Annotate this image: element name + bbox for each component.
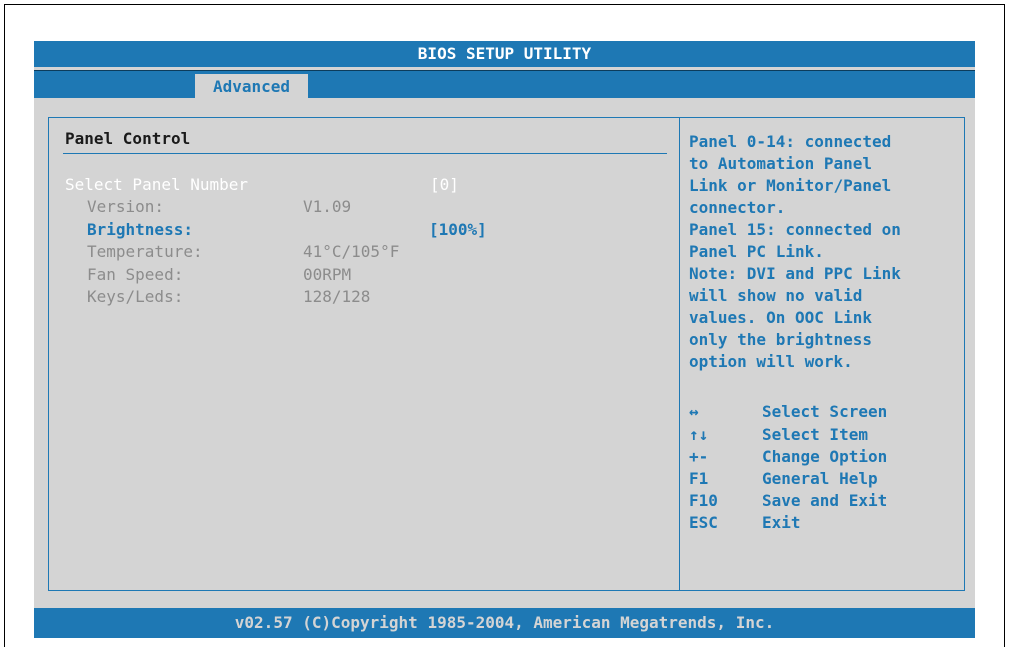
up-down-arrow-icon: ↑↓: [689, 425, 709, 444]
left-right-arrow-icon: ↔: [689, 402, 699, 421]
key-hint-select-screen: ↔ Select Screen: [689, 401, 959, 423]
help-text-line: connector.: [689, 198, 786, 217]
key-hint-key: F1: [689, 469, 709, 488]
panel-title: Panel Control: [65, 129, 191, 148]
tab-advanced[interactable]: Advanced: [195, 74, 308, 99]
setting-value: 128/128: [303, 287, 371, 306]
help-text-line: option will work.: [689, 352, 853, 371]
key-hint-key: F10: [689, 491, 718, 510]
key-hint-desc: Select Item: [762, 425, 868, 444]
setting-value: 41°C/105°F: [303, 242, 400, 261]
setting-value: 00RPM: [303, 265, 352, 284]
key-hint-key: +-: [689, 447, 709, 466]
key-hint-desc: General Help: [762, 469, 878, 488]
help-text-line: Link or Monitor/Panel: [689, 176, 892, 195]
tab-bar: Advanced: [34, 70, 975, 99]
copyright-footer: v02.57 (C)Copyright 1985-2004, American …: [34, 608, 975, 638]
setting-value: [100%]: [429, 220, 487, 239]
title-bar: BIOS SETUP UTILITY: [34, 41, 975, 67]
help-text-line: will show no valid: [689, 286, 863, 305]
settings-panel: Panel Control Select Panel Number [0] Ve…: [48, 117, 680, 591]
setting-fan-speed: Fan Speed: 00RPM: [49, 264, 679, 286]
key-hint-save-exit: F10 Save and Exit: [689, 490, 959, 512]
key-hint-key: ESC: [689, 513, 718, 532]
setting-label: Fan Speed:: [87, 265, 184, 284]
help-text-line: Panel 15: connected on: [689, 220, 901, 239]
key-hint-general-help: F1 General Help: [689, 468, 959, 490]
setting-label: Version:: [87, 197, 165, 216]
key-hint-select-item: ↑↓ Select Item: [689, 424, 959, 446]
key-hint-desc: Exit: [762, 513, 801, 532]
setting-label: Keys/Leds:: [87, 287, 184, 306]
setting-label: Temperature:: [87, 242, 203, 261]
setting-value: V1.09: [303, 197, 352, 216]
setting-version: Version: V1.09: [49, 196, 679, 218]
key-hint-desc: Save and Exit: [762, 491, 888, 510]
help-text-line: Panel PC Link.: [689, 242, 824, 261]
help-panel: Panel 0-14: connected to Automation Pane…: [680, 117, 965, 591]
panel-divider: [63, 153, 667, 154]
setting-select-panel-number[interactable]: Select Panel Number [0]: [49, 174, 679, 196]
help-text-line: Panel 0-14: connected: [689, 132, 892, 151]
setting-label: Brightness:: [87, 220, 193, 239]
setting-label: Select Panel Number: [65, 175, 249, 194]
setting-value: [0]: [430, 175, 459, 194]
help-text-line: to Automation Panel: [689, 154, 873, 173]
key-hint-desc: Change Option: [762, 447, 888, 466]
help-text-line: Note: DVI and PPC Link: [689, 264, 901, 283]
key-hint-change-option: +- Change Option: [689, 446, 959, 468]
setting-brightness[interactable]: Brightness: [100%]: [49, 219, 679, 241]
help-text-line: values. On OOC Link: [689, 308, 873, 327]
bios-screen: BIOS SETUP UTILITY Advanced Panel Contro…: [34, 41, 975, 638]
key-hint-exit: ESC Exit: [689, 512, 959, 534]
setting-keys-leds: Keys/Leds: 128/128: [49, 286, 679, 308]
help-text-line: only the brightness: [689, 330, 873, 349]
setting-temperature: Temperature: 41°C/105°F: [49, 241, 679, 263]
key-hint-desc: Select Screen: [762, 402, 888, 421]
